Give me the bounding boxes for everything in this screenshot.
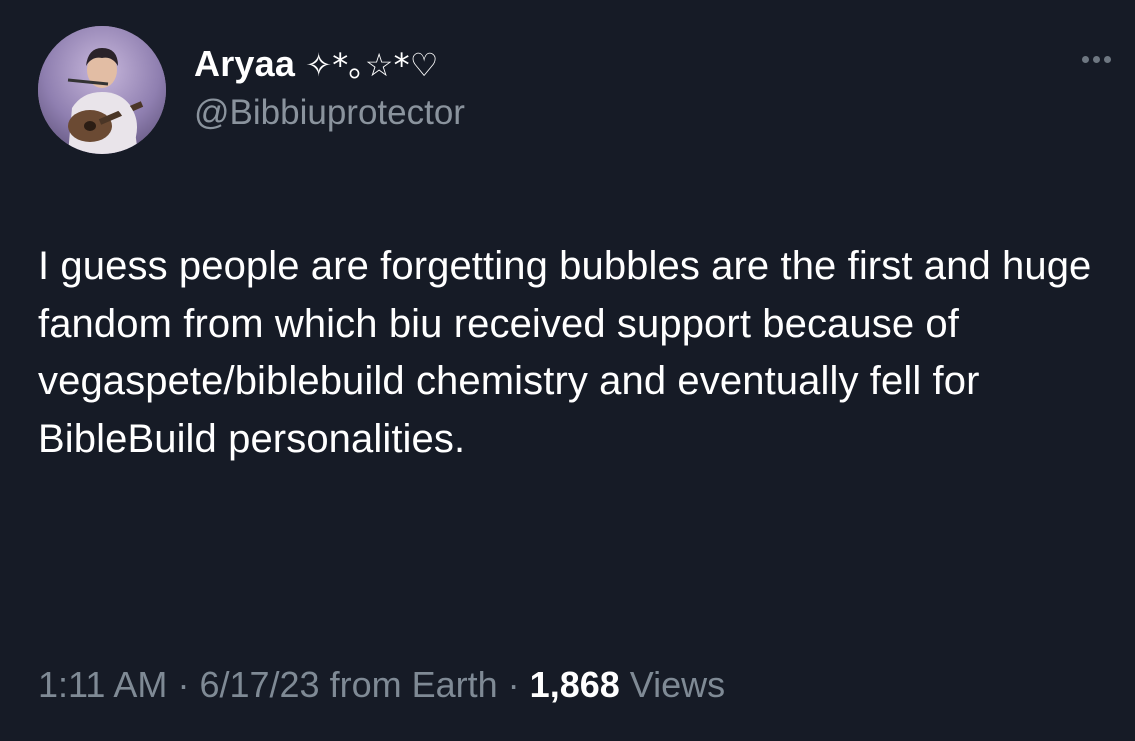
tweet-source: from Earth [329, 664, 498, 705]
meta-separator: · [177, 664, 190, 705]
tweet-card: Aryaa ✧*｡☆*♡ @Bibbiuprotector I guess pe… [0, 0, 1135, 741]
display-name-text: Aryaa [194, 42, 296, 84]
views-label[interactable]: Views [630, 664, 725, 705]
more-dot [1104, 56, 1111, 63]
tweet-header: Aryaa ✧*｡☆*♡ @Bibbiuprotector [38, 26, 465, 154]
author-names: Aryaa ✧*｡☆*♡ @Bibbiuprotector [194, 42, 465, 135]
views-count[interactable]: 1,868 [530, 664, 620, 705]
display-name-decoration: ✧*｡☆*♡ [305, 45, 439, 84]
tweet-date[interactable]: 6/17/23 [199, 664, 319, 705]
more-horizontal-icon[interactable] [1082, 56, 1111, 63]
avatar[interactable] [38, 26, 166, 154]
display-name[interactable]: Aryaa ✧*｡☆*♡ [194, 42, 465, 87]
user-handle[interactable]: @Bibbiuprotector [194, 91, 465, 135]
avatar-photo [38, 26, 166, 154]
more-dot [1082, 56, 1089, 63]
more-dot [1093, 56, 1100, 63]
tweet-time[interactable]: 1:11 AM [38, 664, 167, 705]
tweet-text: I guess people are forgetting bubbles ar… [38, 244, 1092, 461]
meta-separator: · [507, 664, 520, 705]
tweet-metadata: 1:11 AM · 6/17/23 from Earth · 1,868 Vie… [38, 662, 725, 708]
